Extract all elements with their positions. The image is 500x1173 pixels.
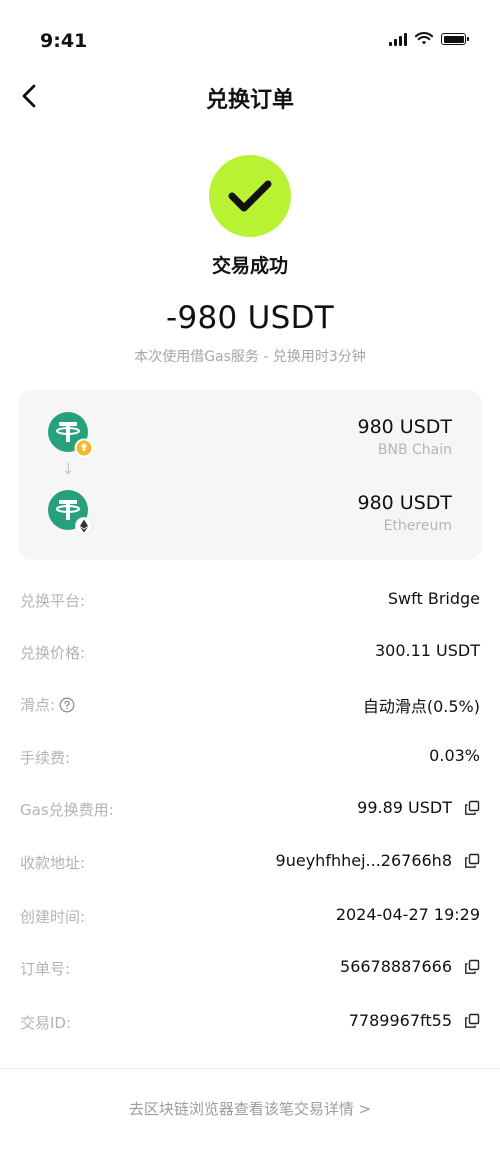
transaction-amount: -980 USDT — [165, 300, 335, 336]
page-title: 兑换订单 — [205, 88, 294, 113]
gas-fee-label: Gas兑换费用: — [20, 801, 114, 819]
arrow-down-icon: ↓ — [62, 460, 75, 478]
fee-label: 手续费: — [20, 749, 71, 767]
footer-divider — [0, 1068, 500, 1069]
order-detail-screen: 9:41 兑换订单 交易成功 -980 USDT 本次使用借Gas服务 - 兑换… — [0, 0, 500, 1173]
status-bar: 9:41 — [0, 0, 500, 80]
detail-row-order-no: 订单号: 56678887666 — [0, 944, 500, 994]
tx-id-value: 7789967ft55 — [348, 1011, 452, 1030]
detail-row-created: 创建时间: 2024-04-27 19:29 — [0, 892, 500, 942]
detail-row-price: 兑换价格: 300.11 USDT — [0, 628, 500, 678]
detail-row-tx-id: 交易ID: 7789967ft55 — [0, 998, 500, 1048]
platform-value: Swft Bridge — [387, 589, 480, 608]
slippage-label: 滑点: — [20, 696, 56, 714]
explorer-link[interactable]: 去区块链浏览器查看该笔交易详情 > — [0, 1098, 500, 1119]
slippage-value: 自动滑点(0.5%) — [362, 697, 480, 716]
copy-icon[interactable] — [464, 800, 480, 816]
transaction-status: 交易成功 — [211, 255, 288, 277]
address-value-group: 9ueyhfhhej...26766h8 — [276, 851, 480, 870]
detail-row-fee: 手续费: 0.03% — [0, 733, 500, 783]
from-amount: 980 USDT — [357, 416, 452, 438]
order-no-value-group: 56678887666 — [340, 957, 480, 976]
copy-icon[interactable] — [464, 853, 480, 869]
created-label: 创建时间: — [20, 908, 86, 926]
copy-icon[interactable] — [464, 1013, 480, 1029]
checkmark-icon — [228, 180, 272, 212]
address-label: 收款地址: — [20, 854, 86, 872]
to-chain: Ethereum — [383, 518, 452, 534]
detail-row-platform: 兑换平台: Swft Bridge — [0, 576, 500, 626]
to-amount: 980 USDT — [357, 492, 452, 514]
swap-summary-card: 980 USDT BNB Chain ↓ 980 USDT Ethereum — [18, 390, 482, 560]
slippage-label-group: 滑点: — [20, 694, 75, 715]
platform-label: 兑换平台: — [20, 592, 86, 610]
detail-row-slippage: 滑点: 自动滑点(0.5%) — [0, 680, 500, 730]
gas-fee-value: 99.89 USDT — [357, 798, 452, 817]
usdt-bnb-icon — [48, 412, 94, 458]
battery-icon — [441, 33, 469, 45]
fee-value: 0.03% — [429, 746, 480, 765]
cellular-signal-icon — [389, 32, 407, 46]
tx-id-label: 交易ID: — [20, 1014, 72, 1032]
status-time: 9:41 — [40, 30, 88, 52]
service-note: 本次使用借Gas服务 - 兑换用时3分钟 — [134, 349, 366, 365]
success-badge — [209, 155, 291, 237]
tx-id-value-group: 7789967ft55 — [349, 1011, 480, 1030]
usdt-eth-icon — [48, 490, 93, 535]
gas-fee-value-group: 99.89 USDT — [357, 798, 480, 817]
address-value: 9ueyhfhhej...26766h8 — [275, 851, 452, 870]
copy-icon[interactable] — [464, 959, 480, 975]
order-no-value: 56678887666 — [340, 957, 452, 976]
detail-row-address: 收款地址: 9ueyhfhhej...26766h8 — [0, 838, 500, 888]
detail-row-gas-fee: Gas兑换费用: 99.89 USDT — [0, 785, 500, 835]
nav-bar: 兑换订单 — [0, 72, 500, 120]
price-label: 兑换价格: — [20, 644, 86, 662]
price-value: 300.11 USDT — [374, 641, 480, 660]
order-no-label: 订单号: — [20, 960, 71, 978]
from-chain: BNB Chain — [377, 442, 452, 458]
status-icons — [389, 32, 469, 46]
help-icon[interactable] — [59, 697, 75, 713]
wifi-icon — [415, 32, 433, 45]
created-value: 2024-04-27 19:29 — [335, 905, 480, 924]
